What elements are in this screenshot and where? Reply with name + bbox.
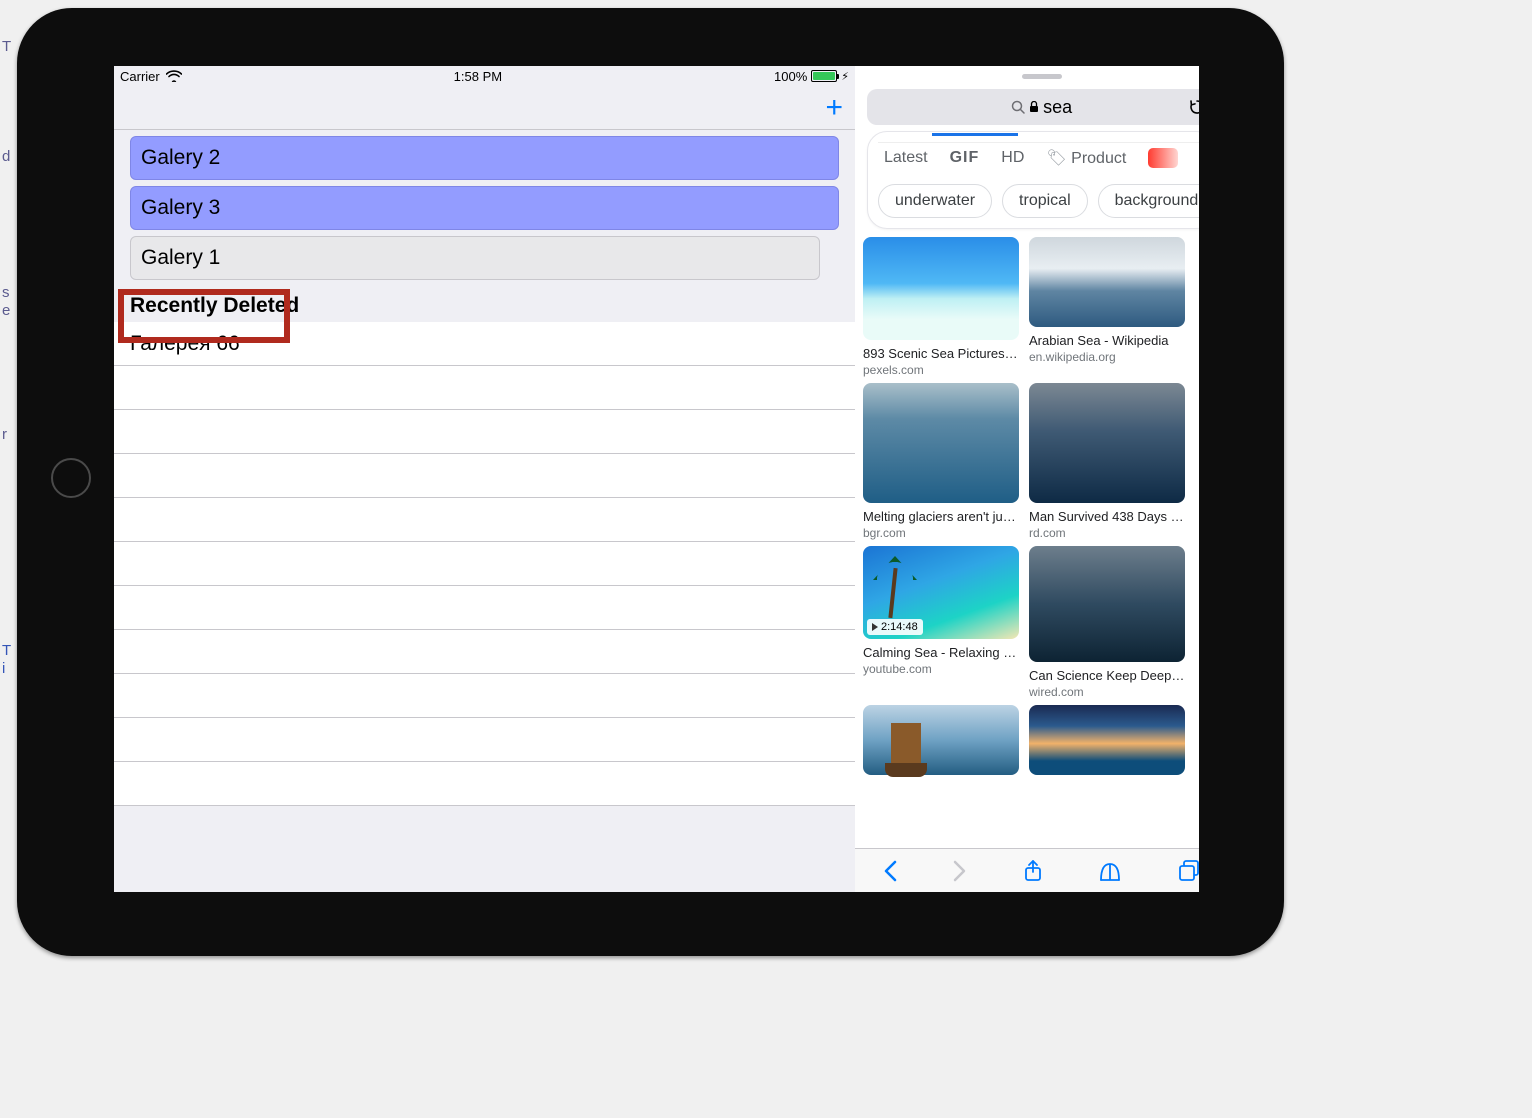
filter-hd[interactable]: HD xyxy=(1001,149,1024,167)
chip[interactable]: underwater xyxy=(878,184,992,218)
result-thumbnail[interactable] xyxy=(1029,546,1185,662)
list-item-empty xyxy=(114,586,855,630)
result-card[interactable]: Man Survived 438 Days Stu… rd.com xyxy=(1029,383,1185,540)
result-source: youtube.com xyxy=(863,662,1019,676)
search-icon xyxy=(1011,100,1025,114)
list-item-label: Galery 3 xyxy=(141,196,220,220)
back-button[interactable] xyxy=(883,860,897,882)
wifi-icon xyxy=(166,70,182,82)
home-button[interactable] xyxy=(51,458,91,498)
bookmarks-button[interactable] xyxy=(1098,860,1122,882)
tag-icon: 🏷 xyxy=(1046,150,1066,167)
result-title: Can Science Keep Deep Se… xyxy=(1029,668,1185,683)
result-title: Arabian Sea - Wikipedia xyxy=(1029,333,1185,348)
list-item-empty xyxy=(114,454,855,498)
chip[interactable]: tropical xyxy=(1002,184,1088,218)
result-thumbnail[interactable] xyxy=(1029,705,1185,775)
result-card[interactable] xyxy=(863,705,1019,775)
ipad-frame: Carrier 1:58 PM 100% ⚡︎ + Galery 2 Galer… xyxy=(17,8,1284,956)
list-item[interactable]: Галерея 66 xyxy=(114,322,855,366)
result-title: Calming Sea - Relaxing 2 H… xyxy=(863,645,1019,660)
slide-over-grabber[interactable] xyxy=(1022,74,1062,79)
result-card[interactable]: Arabian Sea - Wikipedia en.wikipedia.org xyxy=(1029,237,1185,377)
result-thumbnail[interactable] xyxy=(863,237,1019,340)
list-item-empty xyxy=(114,674,855,718)
result-source: wired.com xyxy=(1029,685,1185,699)
safari-toolbar xyxy=(855,848,1199,892)
filter-gif[interactable]: GIF xyxy=(950,149,980,167)
section-header: Recently Deleted xyxy=(114,288,855,322)
status-bar: Carrier 1:58 PM 100% ⚡︎ xyxy=(114,66,855,86)
result-source: en.wikipedia.org xyxy=(1029,350,1185,364)
list-item-label: Галерея 66 xyxy=(130,332,240,356)
result-thumbnail[interactable] xyxy=(1029,383,1185,503)
list-item-empty xyxy=(114,410,855,454)
search-tools: Latest GIF HD 🏷 Product underwater tropi… xyxy=(855,131,1199,237)
list-item-empty xyxy=(114,630,855,674)
gallery-list[interactable]: Galery 2 Galery 3 Galery 1 Recently Dele… xyxy=(114,130,855,892)
reload-icon[interactable] xyxy=(1188,98,1199,116)
add-button[interactable]: + xyxy=(825,93,843,123)
list-item-empty xyxy=(114,542,855,586)
result-source: pexels.com xyxy=(863,363,1019,377)
result-thumbnail[interactable] xyxy=(863,383,1019,503)
share-button[interactable] xyxy=(1023,859,1043,883)
list-item-empty xyxy=(114,762,855,806)
video-duration-badge: 2:14:48 xyxy=(867,619,923,635)
address-bar[interactable]: sea xyxy=(867,89,1199,125)
result-source: bgr.com xyxy=(863,526,1019,540)
list-item[interactable]: Galery 2 xyxy=(130,136,839,180)
list-item-dragging[interactable]: Galery 1 xyxy=(130,236,820,280)
result-card[interactable] xyxy=(1029,705,1185,775)
battery-pct: 100% xyxy=(774,69,807,84)
list-item[interactable]: Galery 3 xyxy=(130,186,839,230)
color-filter[interactable] xyxy=(1148,148,1178,168)
filter-product[interactable]: 🏷 Product xyxy=(1046,148,1126,168)
list-item-empty xyxy=(114,498,855,542)
result-title: 893 Scenic Sea Pictures · P… xyxy=(863,346,1019,361)
chip[interactable]: background xyxy=(1098,184,1199,218)
url-text: sea xyxy=(1043,97,1072,118)
ipad-screen: Carrier 1:58 PM 100% ⚡︎ + Galery 2 Galer… xyxy=(114,66,1199,892)
clock: 1:58 PM xyxy=(454,69,502,84)
filter-latest[interactable]: Latest xyxy=(884,149,928,167)
result-thumbnail[interactable] xyxy=(1029,237,1185,327)
result-card[interactable]: 893 Scenic Sea Pictures · P… pexels.com xyxy=(863,237,1019,377)
battery-icon xyxy=(811,70,837,82)
result-card[interactable]: Can Science Keep Deep Se… wired.com xyxy=(1029,546,1185,699)
forward-button xyxy=(953,860,967,882)
list-item-label: Galery 1 xyxy=(141,246,220,270)
list-item-empty xyxy=(114,366,855,410)
safari-app: sea Latest GIF HD 🏷 Product underwater xyxy=(855,66,1199,892)
image-results[interactable]: 893 Scenic Sea Pictures · P… pexels.com Ar… xyxy=(855,237,1199,848)
tabs-button[interactable] xyxy=(1178,860,1199,882)
result-source: rd.com xyxy=(1029,526,1185,540)
list-item-empty xyxy=(114,718,855,762)
lock-icon xyxy=(1029,101,1039,113)
result-card[interactable]: Melting glaciers aren't just … bgr.com xyxy=(863,383,1019,540)
result-title: Melting glaciers aren't just … xyxy=(863,509,1019,524)
navigation-bar: + xyxy=(114,86,855,130)
charging-icon: ⚡︎ xyxy=(841,70,849,83)
result-card[interactable]: 2:14:48 Calming Sea - Relaxing 2 H… youtub… xyxy=(863,546,1019,699)
gallery-app: Carrier 1:58 PM 100% ⚡︎ + Galery 2 Galer… xyxy=(114,66,855,892)
carrier-label: Carrier xyxy=(120,69,160,84)
result-title: Man Survived 438 Days Stu… xyxy=(1029,509,1185,524)
list-item-label: Galery 2 xyxy=(141,146,220,170)
